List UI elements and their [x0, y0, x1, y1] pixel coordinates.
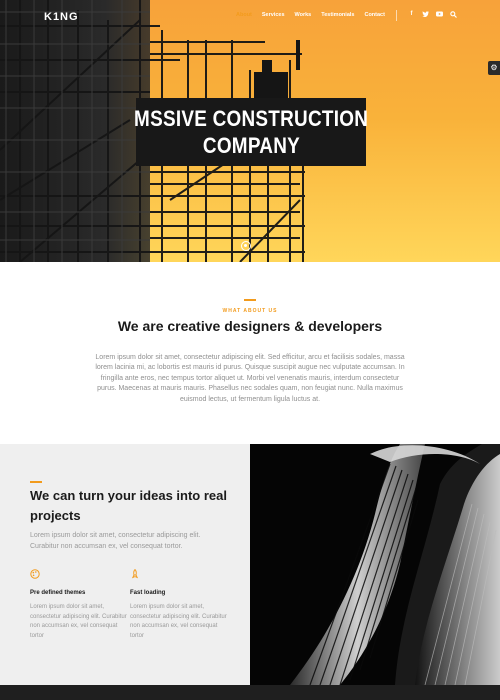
features-heading: We can turn your ideas into real project…	[30, 488, 227, 523]
nav-item-about[interactable]: About	[236, 12, 252, 18]
about-paragraph: Lorem ipsum dolor sit amet, consectetur …	[95, 354, 405, 403]
youtube-icon[interactable]	[436, 11, 443, 20]
hero-title-line-1: MSSIVE CONSTRUCTION	[133, 106, 369, 131]
search-icon[interactable]	[450, 11, 457, 20]
hero-title-line-2: COMPANY	[202, 133, 300, 158]
nav-divider	[396, 10, 397, 21]
skyscraper-illustration	[290, 444, 500, 685]
feature-description: Lorem ipsum dolor sit amet, consectetur …	[30, 604, 127, 639]
nav-item-services[interactable]: Services	[262, 12, 285, 18]
nav-item-testimonials[interactable]: Testimonials	[321, 12, 354, 18]
feature-description: Lorem ipsum dolor sit amet, consectetur …	[130, 604, 227, 639]
hero-title-box: MSSIVE CONSTRUCTION COMPANY	[133, 98, 369, 166]
about-accent-line	[244, 299, 256, 301]
facebook-icon[interactable]: f	[408, 11, 415, 20]
about-kicker: WHAT ABOUT US	[222, 308, 278, 314]
top-navbar: K1NG About Services Works Testimonials C…	[0, 0, 500, 32]
features-accent-line	[30, 481, 42, 483]
site-logo[interactable]: K1NG	[44, 11, 79, 23]
nav-social-icons: f	[408, 11, 457, 20]
nav-item-works[interactable]: Works	[295, 12, 312, 18]
scroll-down-icon[interactable]	[241, 241, 251, 251]
feature-item: Pre defined themes Lorem ipsum dolor sit…	[30, 569, 130, 641]
about-section: WHAT ABOUT US We are creative designers …	[0, 262, 500, 444]
about-heading: We are creative designers & developers	[117, 318, 383, 334]
features-section: We can turn your ideas into real project…	[0, 444, 250, 685]
feature-title: Fast loading	[130, 590, 166, 596]
palette-icon	[30, 569, 40, 579]
feature-title: Pre defined themes	[30, 590, 86, 596]
footer-strip	[0, 685, 500, 700]
features-paragraph: Lorem ipsum dolor sit amet, consectetur …	[30, 532, 201, 550]
rocket-icon	[130, 568, 140, 579]
nav-item-contact[interactable]: Contact	[364, 12, 384, 18]
building-photo	[250, 444, 500, 685]
nav-menu: About Services Works Testimonials Contac…	[236, 12, 385, 18]
gear-icon[interactable]: ⚙	[488, 61, 500, 75]
feature-item: Fast loading Lorem ipsum dolor sit amet,…	[130, 568, 230, 641]
twitter-icon[interactable]	[422, 11, 429, 20]
hero-section: K1NG About Services Works Testimonials C…	[0, 0, 500, 262]
